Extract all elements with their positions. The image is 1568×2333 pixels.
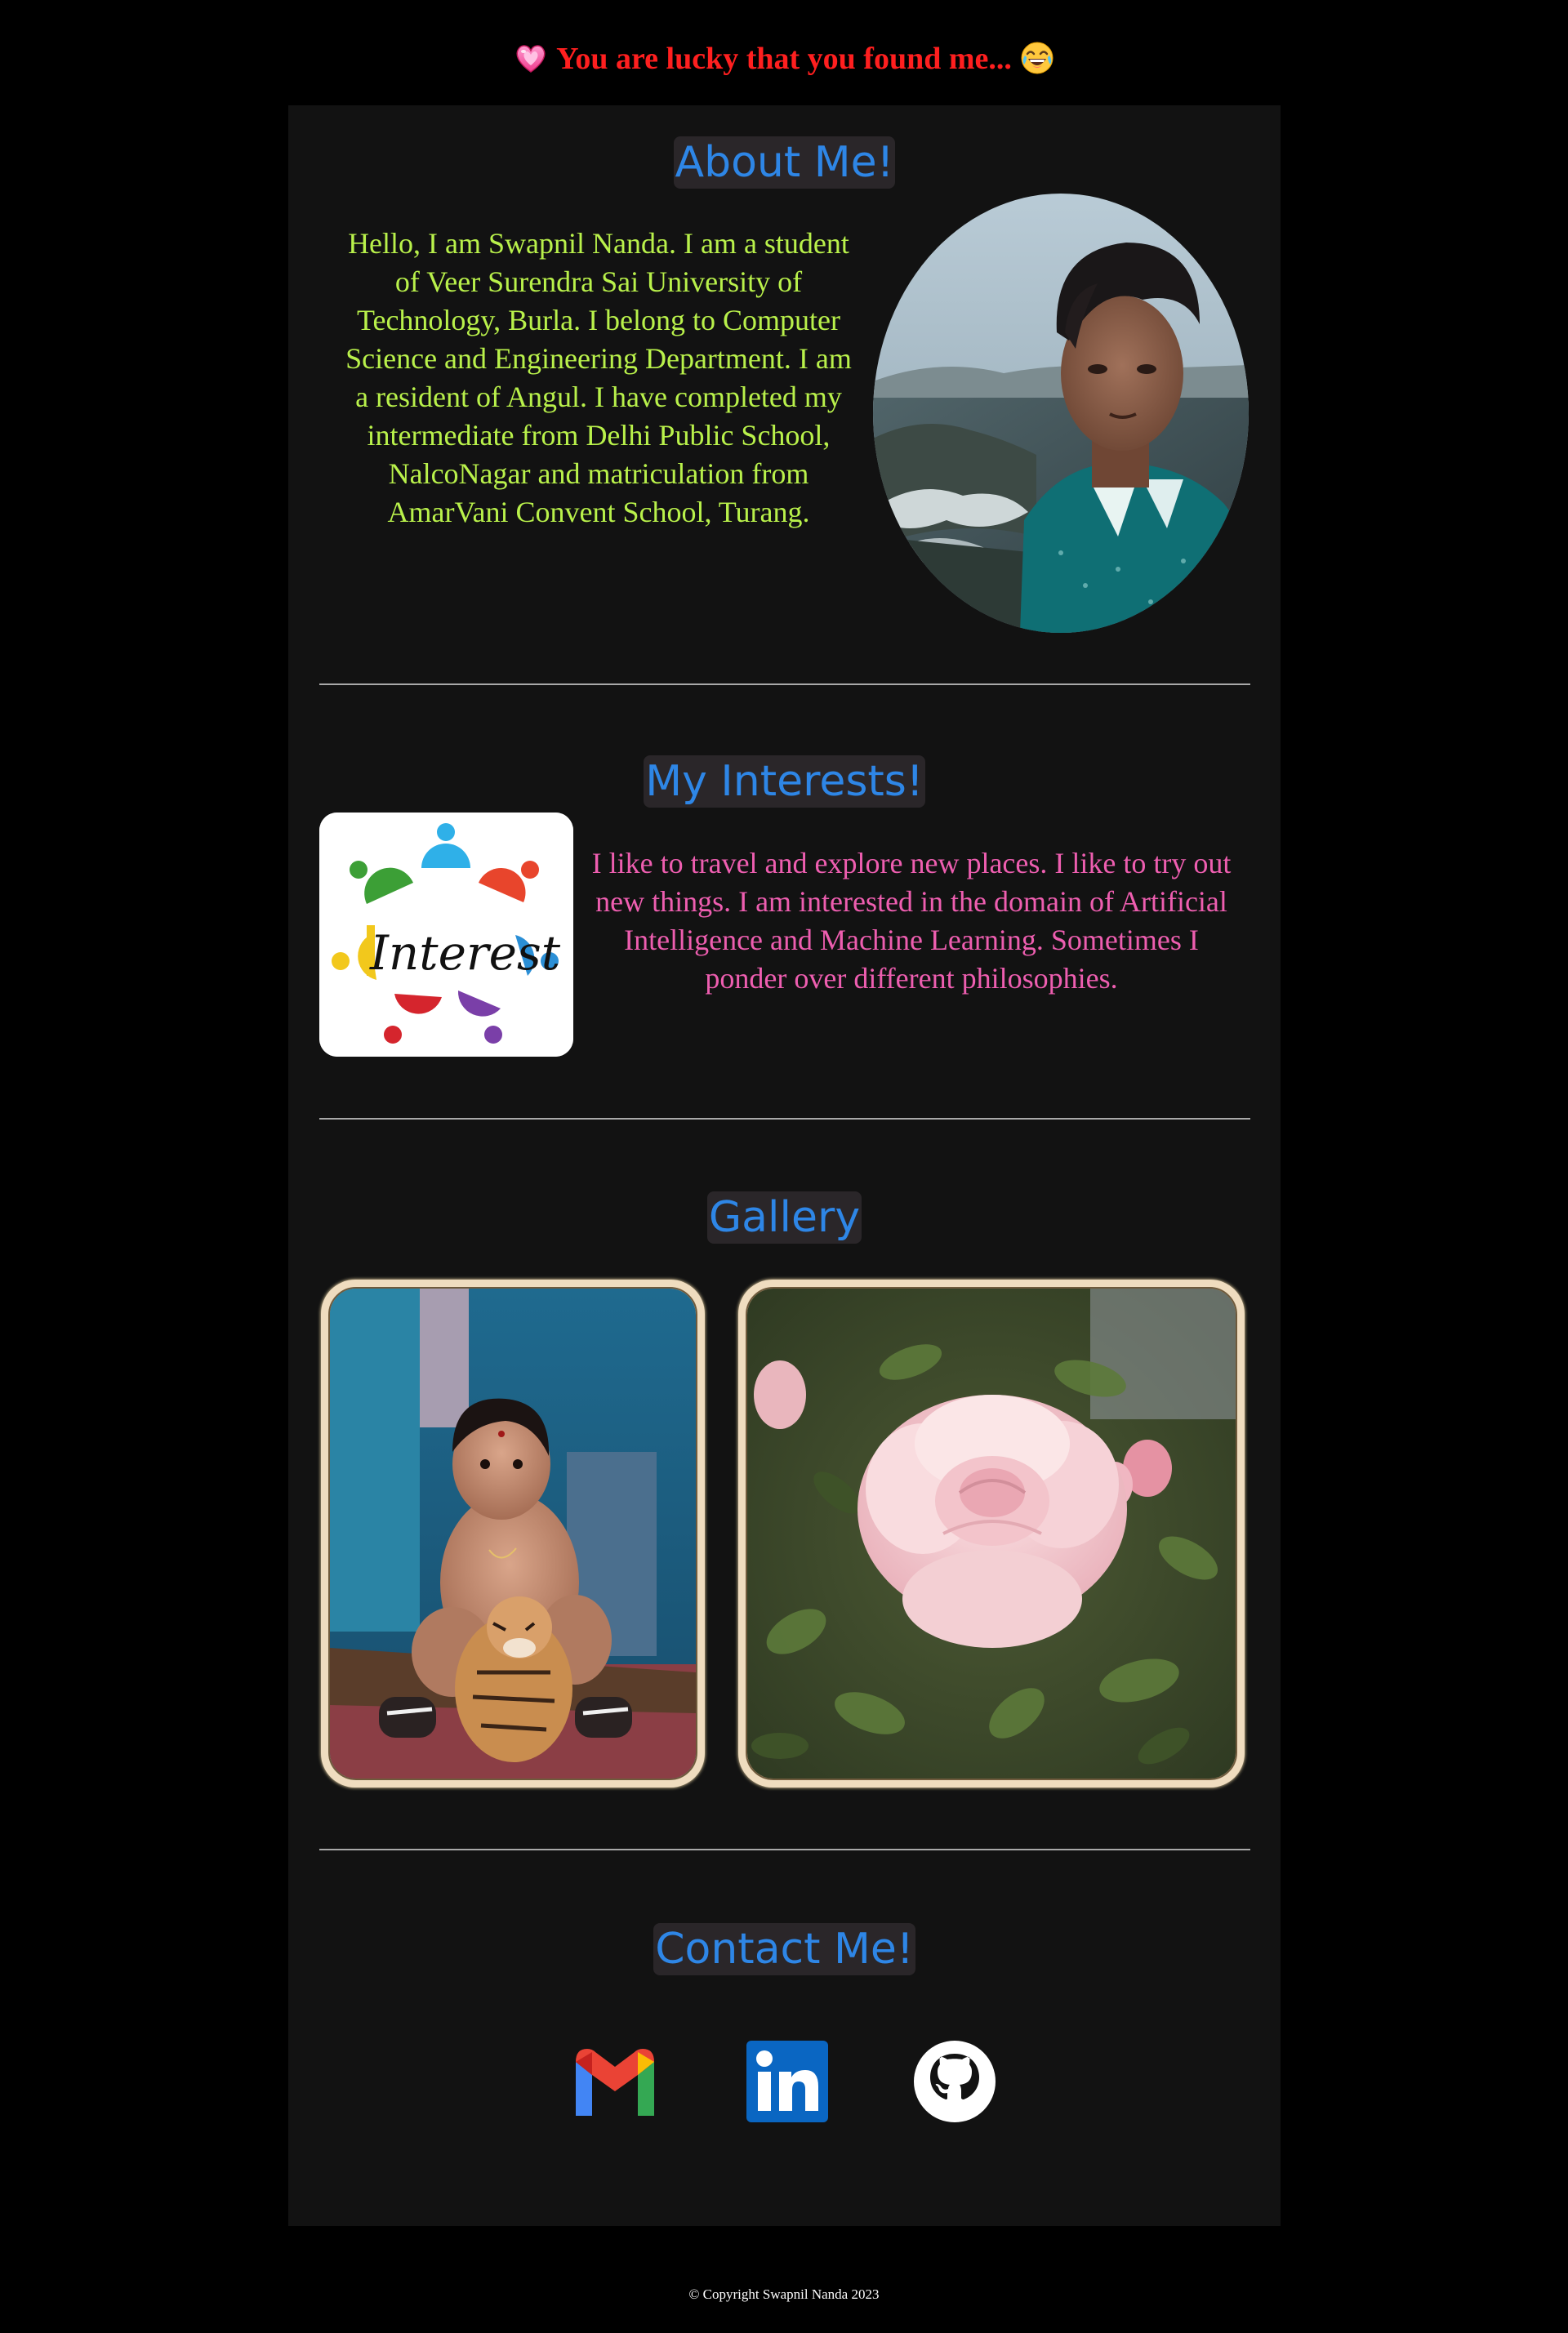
profile-photo (873, 194, 1249, 633)
gmail-icon[interactable] (572, 2039, 657, 2124)
about-section-title: About Me! (288, 136, 1281, 189)
contact-section-title: Contact Me! (288, 1923, 1281, 1975)
divider (319, 1849, 1250, 1850)
about-title: About Me! (673, 136, 896, 189)
interests-text: I like to travel and explore new places.… (591, 847, 1232, 995)
divider (319, 683, 1250, 685)
gallery-photo-rose (738, 1280, 1245, 1788)
contact-title: Contact Me! (653, 1923, 915, 1975)
heart-emoji-icon (514, 41, 548, 75)
about-text: Hello, I am Swapnil Nanda. I am a studen… (345, 227, 852, 528)
gallery-title: Gallery (706, 1191, 862, 1244)
github-icon[interactable] (912, 2039, 997, 2124)
interest-logo-word: Interest (369, 925, 561, 981)
linkedin-icon[interactable] (745, 2039, 830, 2124)
laughing-emoji-icon (1020, 41, 1054, 75)
divider (319, 1118, 1250, 1120)
interests-title: My Interests! (644, 755, 925, 808)
footer-copyright: © Copyright Swapnil Nanda 2023 (688, 2286, 880, 2302)
content-card: About Me! Hello, I am Swapnil Nanda. I a… (288, 105, 1281, 2226)
interests-section-title: My Interests! (288, 755, 1281, 808)
gallery-photo-child (321, 1280, 705, 1788)
banner-text: You are lucky that you found me... (556, 42, 1012, 76)
interest-logo-image: Interest (319, 813, 573, 1057)
banner: You are lucky that you found me... (0, 36, 1568, 82)
gallery-section-title: Gallery (288, 1191, 1281, 1244)
